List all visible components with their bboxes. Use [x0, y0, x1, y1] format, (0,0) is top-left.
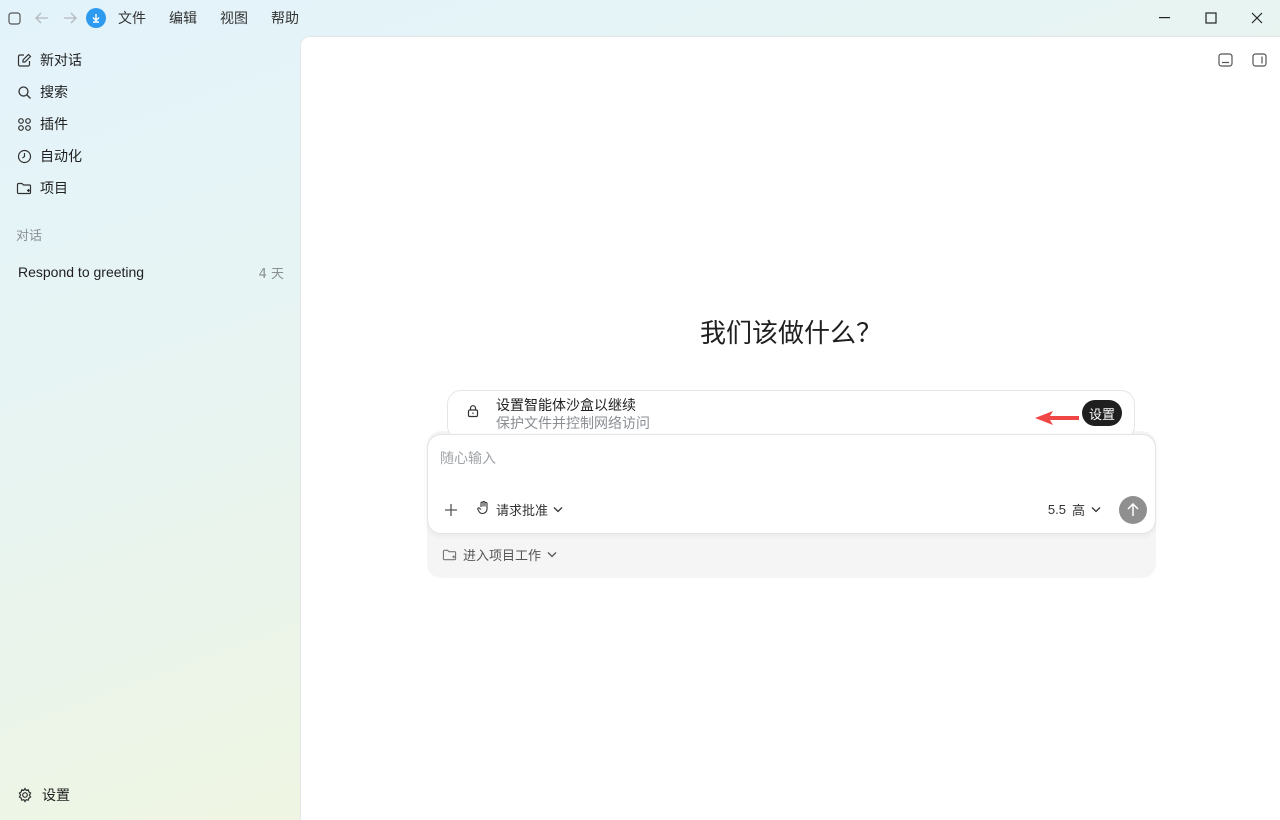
sidebar-item-label: 项目 — [40, 181, 68, 197]
model-selector[interactable]: 5.5 高 — [1048, 500, 1101, 519]
clock-icon — [16, 148, 32, 164]
edit-icon — [16, 52, 32, 68]
conversation-age: 4 天 — [258, 266, 284, 282]
menu-edit[interactable]: 编辑 — [169, 8, 197, 28]
sandbox-banner: 设置智能体沙盒以继续 保护文件并控制网络访问 设置 — [447, 390, 1135, 440]
chevron-down-icon — [547, 547, 557, 562]
message-input[interactable] — [440, 447, 1140, 471]
conversation-item[interactable]: Respond to greeting 4 天 — [0, 256, 300, 288]
grid-icon — [16, 116, 32, 132]
conversations-section-title: 对话 — [16, 229, 43, 244]
gear-icon — [16, 786, 34, 804]
right-panel-toggle-icon[interactable] — [1250, 51, 1268, 69]
sidebar-item-new-chat[interactable]: 新对话 — [0, 44, 300, 76]
annotation-arrow-icon — [1035, 411, 1079, 425]
composer: 请求批准 5.5 高 — [427, 434, 1156, 534]
settings-label: 设置 — [42, 788, 70, 804]
window-controls — [1142, 0, 1280, 36]
search-icon — [16, 84, 32, 100]
model-version: 5.5 — [1047, 502, 1066, 517]
title-bar: 文件 编辑 视图 帮助 — [0, 0, 1280, 36]
sidebar-item-label: 自动化 — [40, 149, 82, 165]
sidebar-settings-button[interactable]: 设置 — [0, 780, 70, 810]
hand-icon — [476, 500, 491, 519]
send-button[interactable] — [1119, 496, 1147, 524]
menu-view[interactable]: 视图 — [220, 8, 248, 28]
add-attachment-icon[interactable] — [442, 501, 460, 519]
conversation-title: Respond to greeting — [18, 264, 145, 280]
bottom-panel-toggle-icon[interactable] — [1216, 51, 1234, 69]
sandbox-subtitle: 保护文件并控制网络访问 — [496, 416, 650, 432]
sidebar-item-label: 搜索 — [40, 85, 68, 101]
close-icon[interactable] — [1234, 0, 1280, 36]
chevron-down-icon — [553, 502, 563, 517]
main-panel: 我们该做什么？ 设置智能体沙盒以继续 保护文件并控制网络访问 设置 请求批准 5… — [300, 36, 1280, 820]
sandbox-setup-button[interactable]: 设置 — [1082, 400, 1122, 426]
minimize-icon[interactable] — [1142, 0, 1188, 36]
sidebar-item-plugins[interactable]: 插件 — [0, 108, 300, 140]
folder-icon — [441, 547, 457, 563]
forward-arrow-icon[interactable] — [56, 0, 84, 36]
page-title: 我们该做什么？ — [699, 319, 882, 349]
project-work-dropdown[interactable]: 进入项目工作 — [441, 545, 557, 564]
approval-mode-dropdown[interactable]: 请求批准 — [476, 500, 563, 519]
folder-icon — [16, 180, 32, 196]
sidebar-item-projects[interactable]: 项目 — [0, 172, 300, 204]
sidebar-item-search[interactable]: 搜索 — [0, 76, 300, 108]
approval-label: 请求批准 — [496, 504, 549, 519]
main-toolbar — [1216, 51, 1268, 69]
lock-icon — [466, 404, 482, 420]
sidebar-item-label: 新对话 — [40, 53, 82, 69]
sandbox-title: 设置智能体沙盒以继续 — [496, 398, 636, 414]
model-level: 高 — [1071, 504, 1085, 519]
sidebar: 新对话 搜索 插件 自动化 项目 对话 Respond to greeting … — [0, 36, 300, 820]
sidebar-toggle-icon[interactable] — [0, 0, 28, 36]
download-logo-icon[interactable] — [86, 8, 106, 28]
menu-help[interactable]: 帮助 — [271, 8, 299, 28]
maximize-icon[interactable] — [1188, 0, 1234, 36]
sidebar-item-label: 插件 — [40, 117, 68, 133]
menu-file[interactable]: 文件 — [118, 8, 146, 28]
sidebar-item-automation[interactable]: 自动化 — [0, 140, 300, 172]
back-arrow-icon[interactable] — [28, 0, 56, 36]
chevron-down-icon — [1091, 502, 1101, 517]
project-label: 进入项目工作 — [463, 549, 542, 564]
